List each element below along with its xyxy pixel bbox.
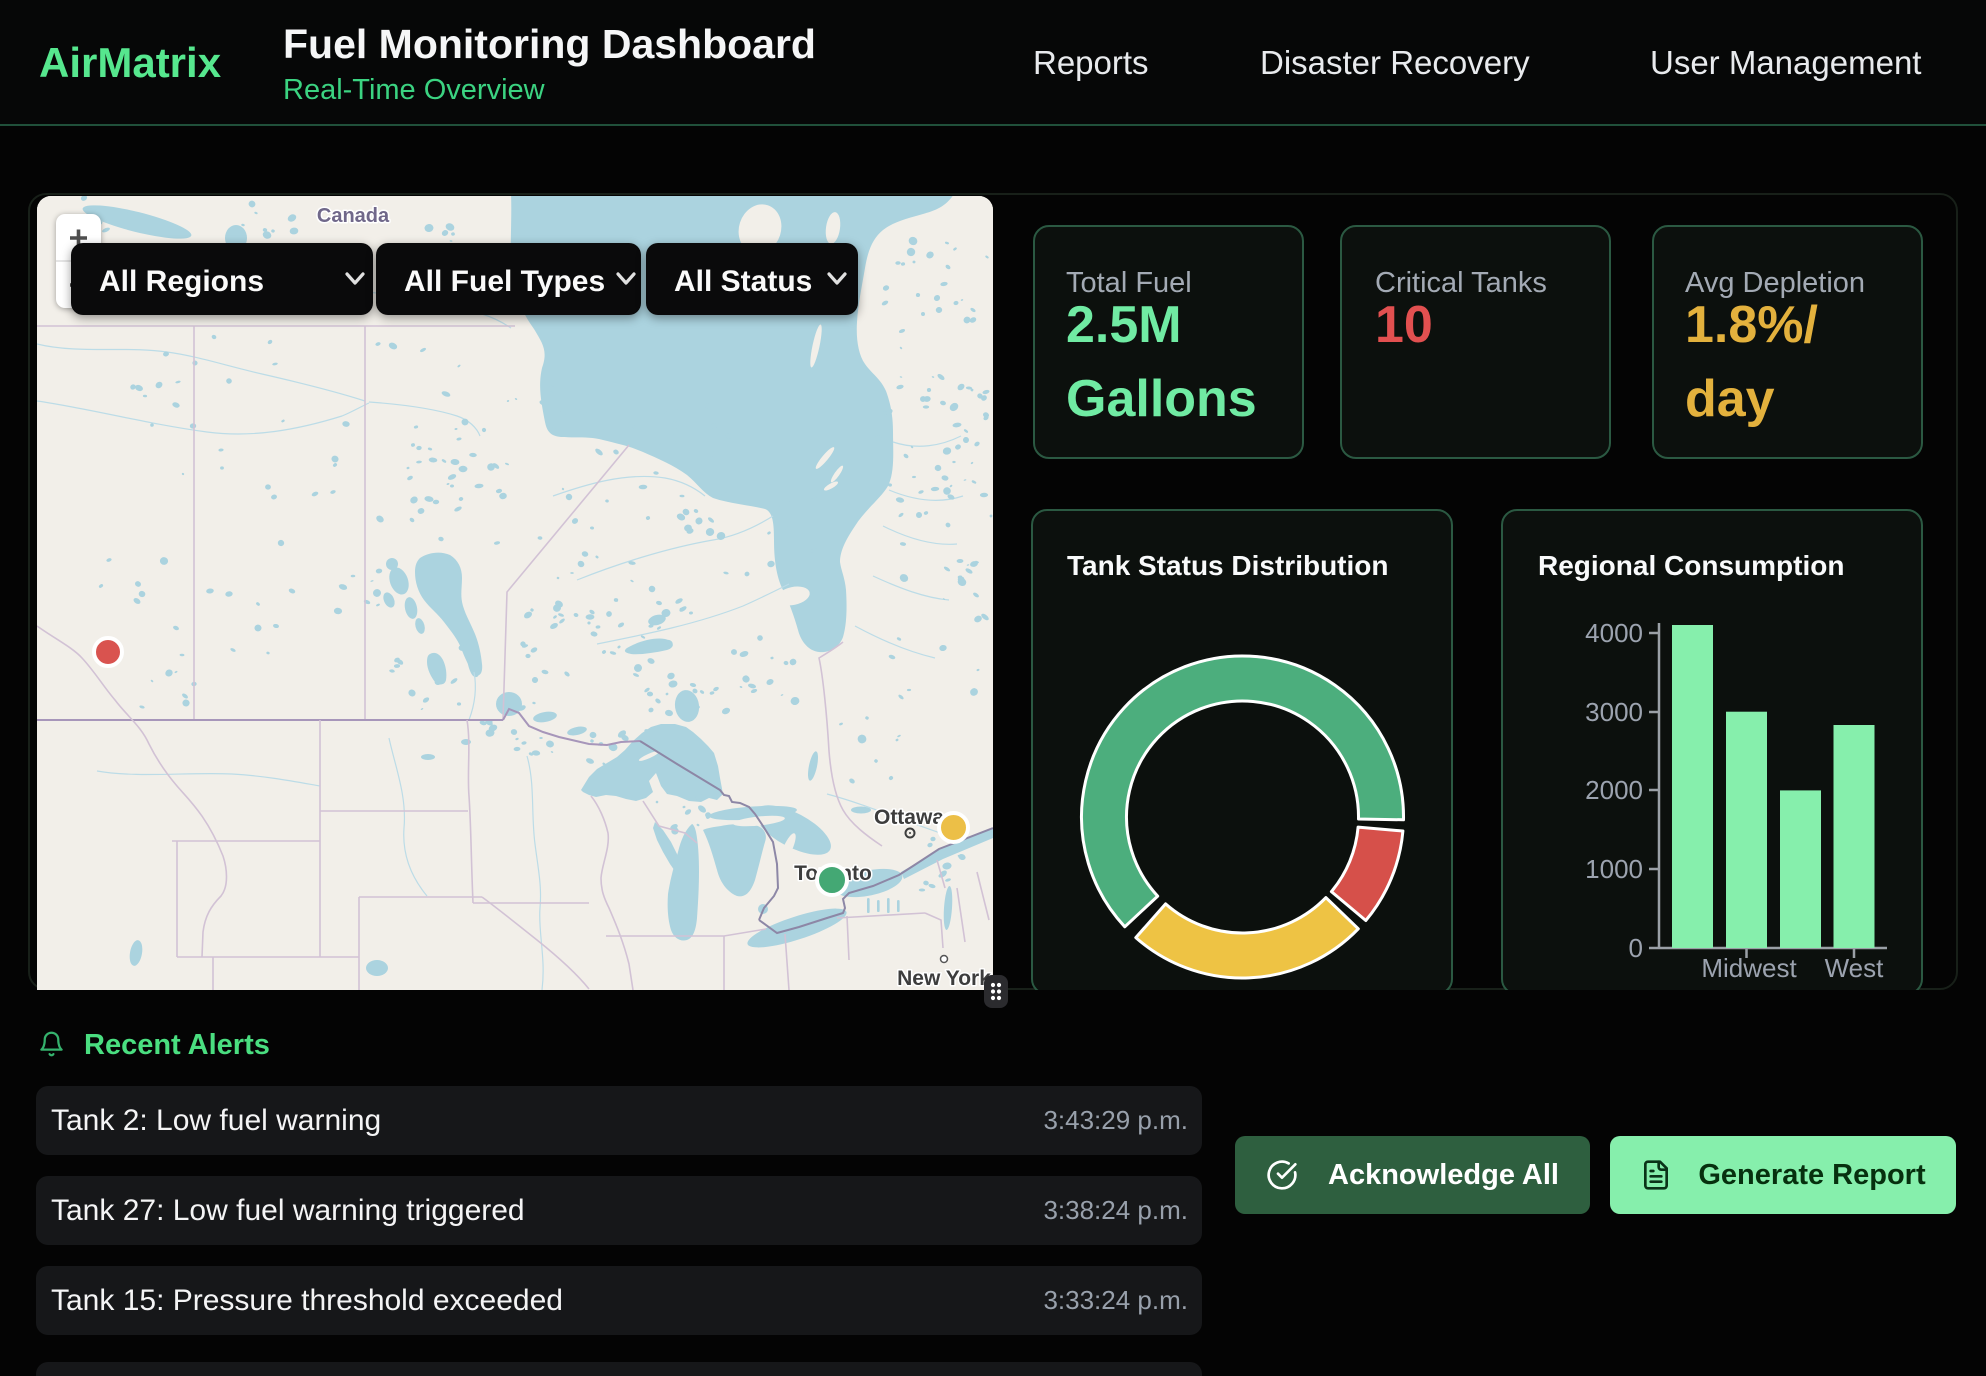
- svg-text:Midwest: Midwest: [1701, 953, 1797, 983]
- svg-text:Ottawa: Ottawa: [874, 806, 944, 829]
- svg-text:3000: 3000: [1585, 697, 1643, 727]
- svg-text:1000: 1000: [1585, 854, 1643, 884]
- svg-text:West: West: [1825, 953, 1885, 983]
- svg-text:0: 0: [1629, 933, 1643, 963]
- svg-text:Canada: Canada: [317, 205, 390, 227]
- svg-text:2000: 2000: [1585, 775, 1643, 805]
- svg-text:4000: 4000: [1585, 618, 1643, 648]
- svg-text:New York: New York: [897, 967, 991, 990]
